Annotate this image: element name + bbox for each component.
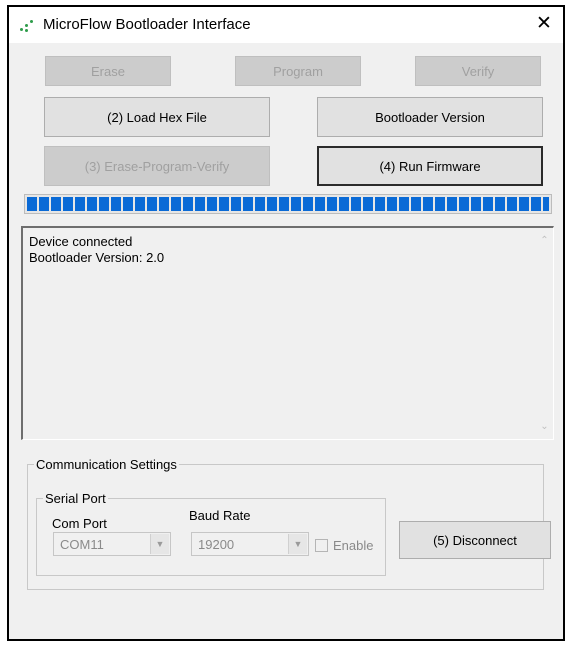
communication-settings-title: Communication Settings <box>36 457 177 472</box>
com-port-label: Com Port <box>52 516 107 531</box>
baud-rate-value: 19200 <box>198 537 235 552</box>
progress-fill <box>27 197 549 211</box>
serial-port-title: Serial Port <box>45 491 106 506</box>
erase-button[interactable]: Erase <box>45 56 171 86</box>
log-text: Device connected Bootloader Version: 2.0 <box>29 234 165 265</box>
baud-rate-select[interactable]: 19200 ▼ <box>191 532 309 556</box>
erase-program-verify-button[interactable]: (3) Erase-Program-Verify <box>44 146 270 186</box>
chevron-down-icon[interactable]: ▼ <box>288 534 307 554</box>
bootloader-version-button[interactable]: Bootloader Version <box>317 97 543 137</box>
scroll-down-icon[interactable]: ⌄ <box>536 418 553 435</box>
verify-button[interactable]: Verify <box>415 56 541 86</box>
enable-checkbox[interactable] <box>315 539 328 552</box>
com-port-value: COM11 <box>60 537 104 552</box>
com-port-select[interactable]: COM11 ▼ <box>53 532 171 556</box>
log-textbox[interactable]: Device connected Bootloader Version: 2.0… <box>21 226 554 440</box>
window-title: MicroFlow Bootloader Interface <box>43 16 251 33</box>
scroll-up-icon[interactable]: ⌃ <box>536 232 553 249</box>
title-bar[interactable]: MicroFlow Bootloader Interface ✕ <box>9 7 563 43</box>
baud-rate-label: Baud Rate <box>189 508 251 523</box>
chevron-down-icon[interactable]: ▼ <box>150 534 169 554</box>
load-hex-file-button[interactable]: (2) Load Hex File <box>44 97 270 137</box>
run-firmware-button[interactable]: (4) Run Firmware <box>317 146 543 186</box>
log-scrollbar[interactable]: ⌃ ⌄ <box>536 228 553 439</box>
close-icon[interactable]: ✕ <box>533 12 555 36</box>
enable-label: Enable <box>333 538 374 553</box>
disconnect-button[interactable]: (5) Disconnect <box>399 521 551 559</box>
app-icon <box>20 20 34 32</box>
progress-bar <box>24 194 552 214</box>
bootloader-window: MicroFlow Bootloader Interface ✕ Erase P… <box>7 5 565 641</box>
program-button[interactable]: Program <box>235 56 361 86</box>
